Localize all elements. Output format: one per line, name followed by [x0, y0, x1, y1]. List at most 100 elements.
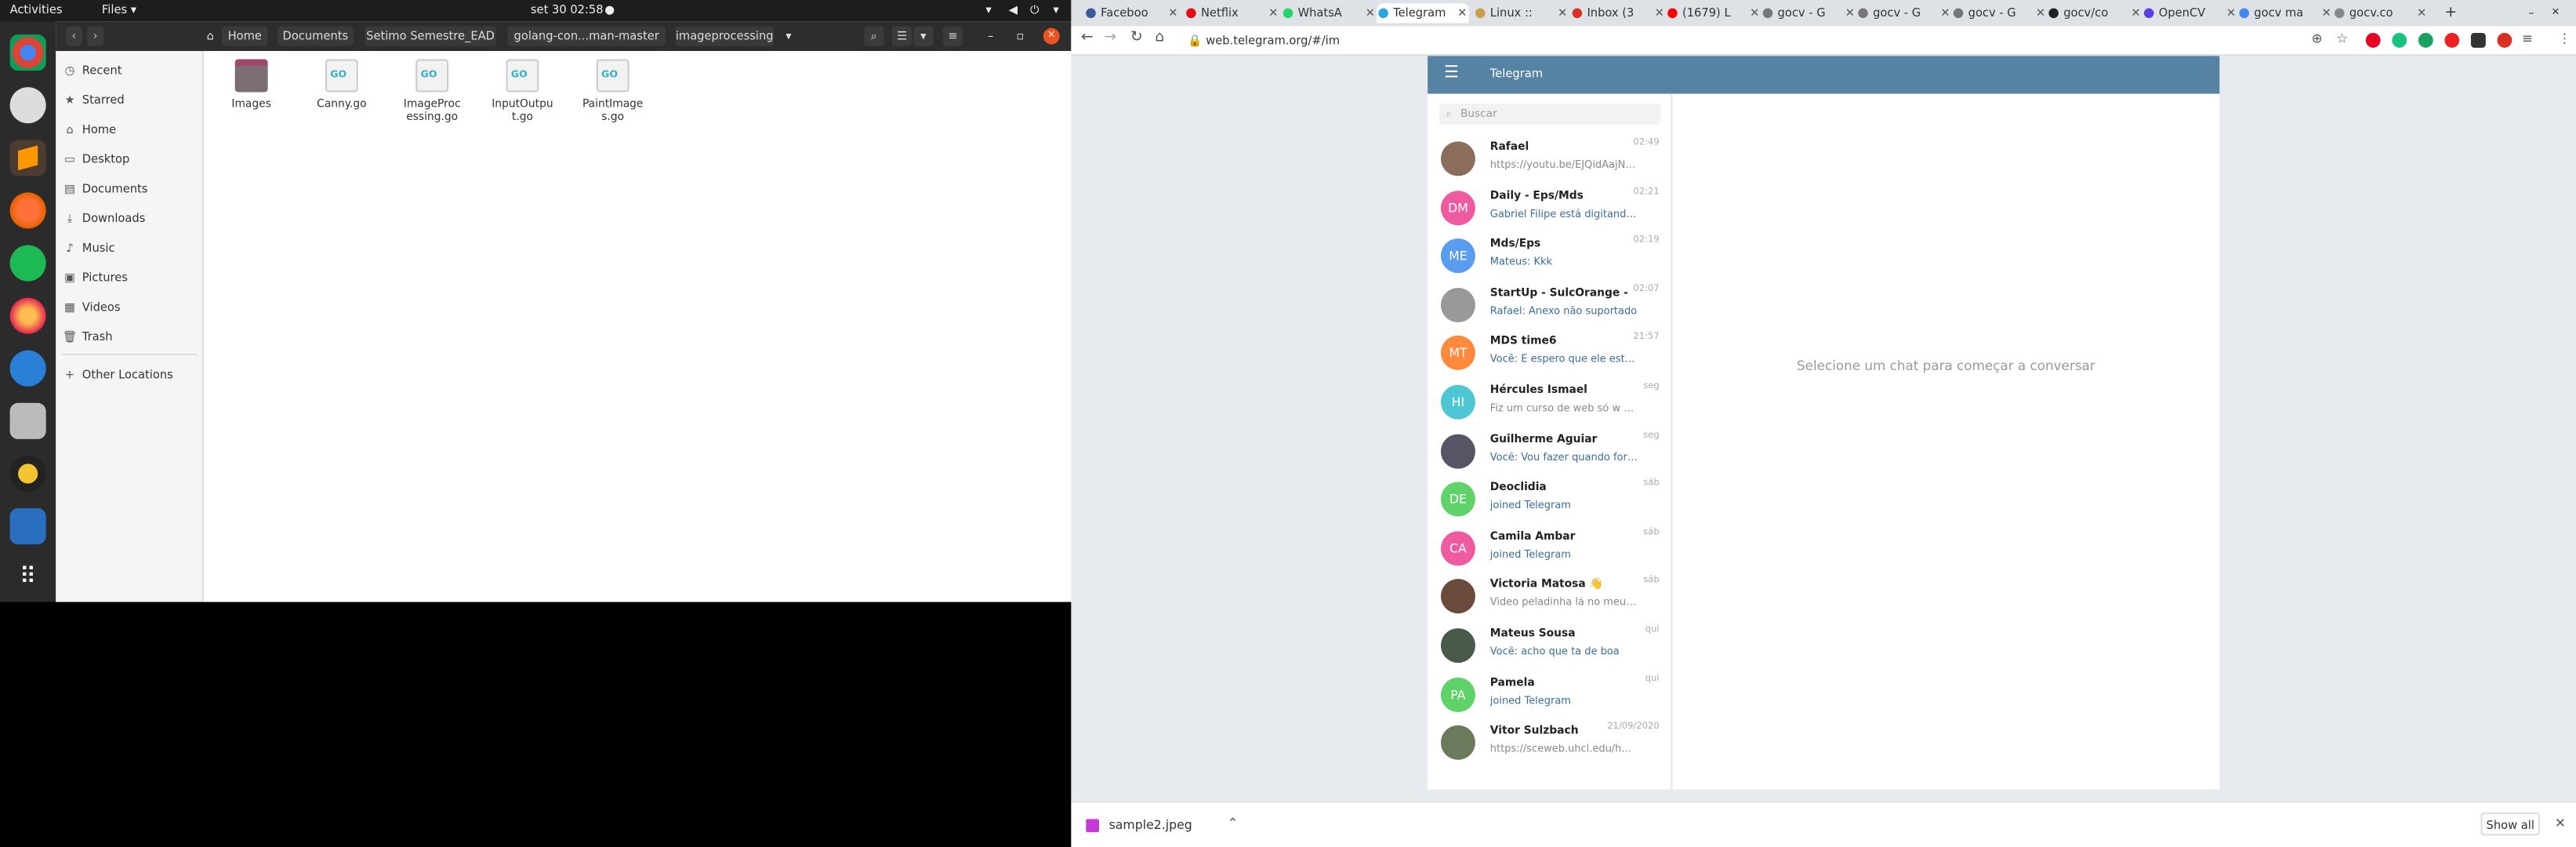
grammarly-icon[interactable] — [2418, 32, 2433, 48]
tab-google-gocv[interactable]: gocv ma ✕ — [2237, 3, 2333, 23]
view-options-icon[interactable]: ▾ — [913, 26, 934, 46]
extension-icon[interactable] — [2470, 32, 2486, 48]
tab-close-icon[interactable]: ✕ — [1655, 3, 1664, 23]
tab-whatsapp[interactable]: WhatsA ✕ — [1282, 3, 1377, 23]
system-menu-icon[interactable]: ▾ — [1053, 3, 1058, 18]
extension-icon[interactable] — [2392, 32, 2407, 48]
tab-close-icon[interactable]: ✕ — [1268, 3, 1278, 23]
tab-linux[interactable]: Linux :: ✕ — [1474, 3, 1569, 23]
zoom-icon[interactable]: ⊕ — [2312, 31, 2323, 46]
chat-item[interactable]: PA Pamela qui joined Telegram — [1428, 671, 1671, 718]
media-icon[interactable]: ≡ — [2522, 31, 2533, 46]
sidebar-item-pictures[interactable]: ▣ Pictures — [63, 268, 128, 288]
sidebar-item-trash[interactable]: 🗑 Trash — [63, 327, 113, 347]
menu-dots-icon[interactable]: ⋮ — [2558, 31, 2571, 46]
network-icon[interactable]: ▾ — [985, 3, 991, 18]
chat-item[interactable]: HI Hércules Ismael seg Fiz um curso de web … — [1428, 378, 1671, 426]
tab-gocv-2[interactable]: gocv - G ✕ — [1856, 3, 1952, 23]
sidebar-item-desktop[interactable]: ▭ Desktop — [63, 150, 129, 169]
tab-inbox[interactable]: Inbox (3 ✕ — [1570, 3, 1666, 23]
chat-item[interactable]: Rafael 02:49 https://youtu.be/EJQidAajNgVA — [1428, 135, 1671, 183]
sidebar-item-documents[interactable]: ▤ Documents — [63, 180, 147, 199]
chrome-icon[interactable] — [9, 35, 46, 71]
tab-close-icon[interactable]: ✕ — [1457, 3, 1467, 23]
sidebar-item-recent[interactable]: ◷ Recent — [63, 61, 122, 81]
file-item[interactable]: Images — [210, 59, 292, 111]
new-tab-icon[interactable]: + — [2441, 3, 2461, 23]
tab-close-icon[interactable]: ✕ — [2036, 3, 2045, 23]
tab-github-gocv[interactable]: gocv/co ✕ — [2047, 3, 2142, 23]
tab-gocv-3[interactable]: gocv - G ✕ — [1952, 3, 2048, 23]
chat-item[interactable]: Mateus Sousa qui Você: acho que ta de boa — [1428, 622, 1671, 670]
menu-icon[interactable]: ≡ — [942, 26, 963, 46]
breadcrumb-golang[interactable]: golang-con...man-master — [507, 26, 666, 46]
back-arrow-icon[interactable]: ← — [1081, 30, 1094, 46]
chat-item[interactable]: StartUp - SulcOrange - AI ap...02:07 Rafa… — [1428, 281, 1671, 329]
bookmark-star-icon[interactable]: ☆ — [2336, 31, 2348, 46]
files-icon[interactable] — [9, 402, 46, 439]
breadcrumb-documents[interactable]: Documents — [278, 26, 354, 46]
tab-opencv[interactable]: OpenCV ✕ — [2142, 3, 2238, 23]
chat-item[interactable]: Victoria Matosa 👋 sáb Video peladinha lá n… — [1428, 573, 1671, 621]
tab-close-icon[interactable]: ✕ — [1366, 3, 1375, 23]
home-icon[interactable]: ⌂ — [1155, 30, 1164, 46]
tab-telegram[interactable]: Telegram ✕ — [1377, 3, 1469, 24]
chat-item[interactable]: ME Mds/Eps 02:19 Mateus: Kkk — [1428, 232, 1671, 280]
clock[interactable]: set 30 02:58 — [531, 3, 604, 18]
tab-gocv-1[interactable]: gocv - G ✕ — [1761, 3, 1857, 23]
file-item[interactable]: GO PaintImage s.go — [571, 59, 654, 123]
home-icon[interactable]: ⌂ — [202, 27, 219, 46]
forward-button[interactable]: › — [87, 26, 104, 46]
breadcrumb-dropdown-icon[interactable]: ▾ — [778, 27, 798, 46]
chat-item[interactable]: CA Camila Ambar sáb joined Telegram — [1428, 525, 1671, 573]
tab-facebook[interactable]: Faceboo ✕ — [1084, 3, 1180, 23]
chat-item[interactable]: Vitor Sulzbach 21/09/2020 https://sceweb.u… — [1428, 719, 1671, 767]
spotify-icon[interactable] — [9, 245, 46, 282]
writer-icon[interactable] — [9, 508, 46, 545]
adblock-icon[interactable] — [2444, 32, 2460, 48]
firefox-dev-icon[interactable] — [9, 297, 46, 334]
sidebar-item-videos[interactable]: ▦ Videos — [63, 298, 120, 318]
close-download-bar-icon[interactable]: ✕ — [2555, 816, 2566, 831]
extension-icon[interactable] — [2497, 32, 2513, 48]
sidebar-item-downloads[interactable]: ⤓ Downloads — [63, 209, 146, 228]
file-item[interactable]: GO ImageProc essing.go — [391, 59, 473, 123]
files-app-menu[interactable]: Files ▾ — [102, 3, 136, 18]
show-all-button[interactable]: Show all — [2480, 812, 2540, 836]
breadcrumb-imageprocessing[interactable]: imageprocessing — [675, 26, 775, 46]
sidebar-item-home[interactable]: ⌂ Home — [63, 120, 116, 140]
thunderbird-icon[interactable] — [9, 350, 46, 387]
pinterest-extension-icon[interactable] — [2365, 32, 2381, 48]
address-bar[interactable]: 🔒 web.telegram.org/#/im — [1183, 31, 2448, 53]
tab-close-icon[interactable]: ✕ — [2417, 3, 2426, 23]
reload-icon[interactable]: ↻ — [1130, 30, 1143, 46]
app-grid-icon[interactable]: ⠿ — [10, 559, 46, 595]
sidebar-item-starred[interactable]: ★ Starred — [63, 90, 124, 110]
tab-youtube[interactable]: (1679) L ✕ — [1666, 3, 1761, 23]
minimize-icon[interactable]: – — [981, 27, 1000, 46]
chat-item[interactable]: Guilherme Aguiar seg Você: Vou fazer quand… — [1428, 427, 1671, 474]
tab-netflix[interactable]: Netflix ✕ — [1185, 3, 1280, 23]
breadcrumb-setimo[interactable]: Setimo Semestre_EAD — [365, 26, 496, 46]
tab-close-icon[interactable]: ✕ — [1750, 3, 1759, 23]
chat-item[interactable]: DE Deoclidia sáb joined Telegram — [1428, 475, 1671, 523]
sublime-icon[interactable] — [9, 140, 46, 176]
tab-close-icon[interactable]: ✕ — [1168, 3, 1177, 23]
tab-close-icon[interactable]: ✕ — [2226, 3, 2236, 23]
forward-arrow-icon[interactable]: → — [1104, 30, 1116, 46]
power-icon[interactable]: ⏻ — [1030, 3, 1039, 18]
view-list-icon[interactable]: ☰ — [891, 26, 912, 46]
rhythmbox-icon[interactable] — [9, 455, 46, 493]
tab-close-icon[interactable]: ✕ — [1940, 3, 1950, 23]
firefox-icon[interactable] — [9, 192, 46, 229]
chat-item[interactable]: DM Daily - Eps/Mds 02:21 Gabriel Filipe est… — [1428, 184, 1671, 231]
breadcrumb-home[interactable]: Home — [221, 26, 268, 46]
file-item[interactable]: GO Canny.go — [301, 59, 383, 111]
sidebar-item-other-locations[interactable]: + Other Locations — [63, 365, 173, 385]
download-item[interactable]: sample2.jpeg — [1109, 817, 1192, 832]
settings-icon[interactable] — [9, 87, 46, 124]
hamburger-menu-icon[interactable]: ☰ — [1444, 64, 1459, 82]
tab-gocv-io[interactable]: gocv.co ✕ — [2333, 3, 2429, 23]
window-minimize-icon[interactable]: – — [2527, 3, 2543, 23]
maximize-icon[interactable]: ▫ — [1010, 27, 1030, 46]
